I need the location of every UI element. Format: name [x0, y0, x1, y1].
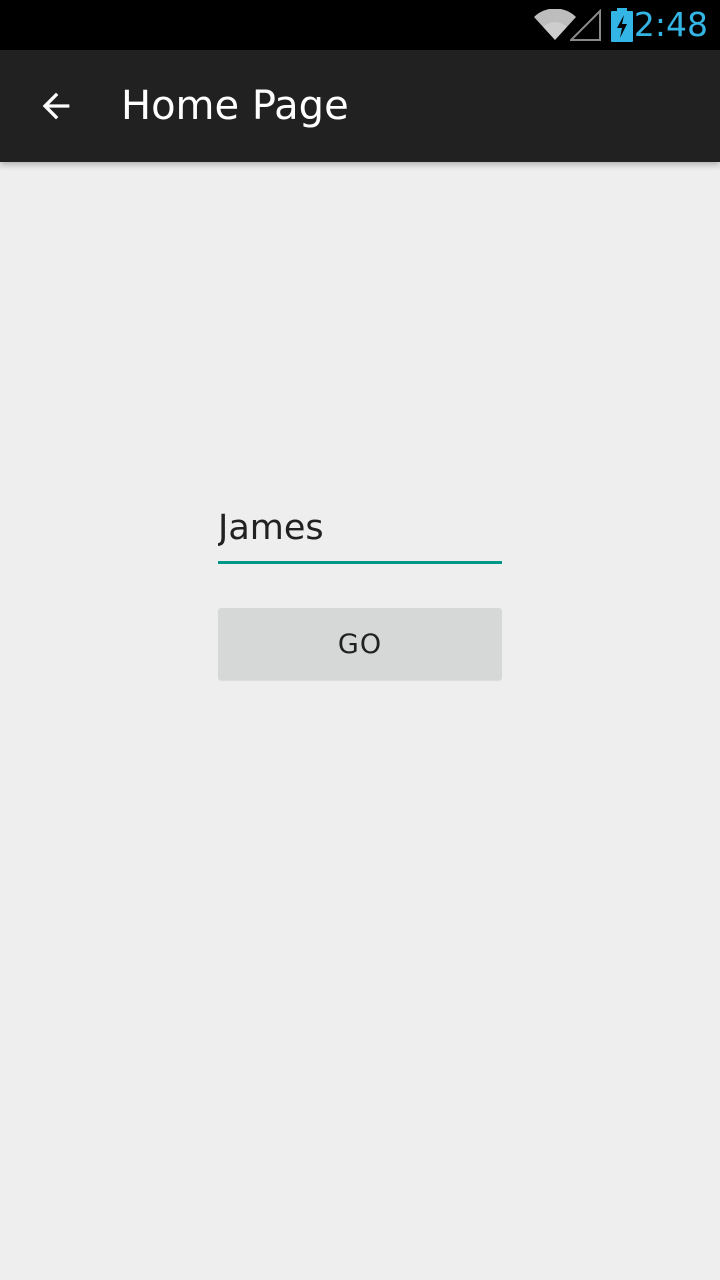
battery-charging-icon [611, 8, 633, 42]
cell-signal-icon [570, 9, 601, 41]
arrow-back-icon [42, 92, 70, 120]
status-bar: 2:48 [0, 0, 720, 50]
name-input[interactable] [218, 495, 502, 564]
screen: 2:48 Home Page GO [0, 0, 720, 1280]
go-button[interactable]: GO [218, 608, 502, 680]
app-bar: Home Page [0, 50, 720, 162]
status-clock: 2:48 [633, 5, 708, 44]
back-button[interactable] [20, 70, 92, 142]
page-title: Home Page [121, 83, 349, 129]
name-field [218, 495, 502, 567]
